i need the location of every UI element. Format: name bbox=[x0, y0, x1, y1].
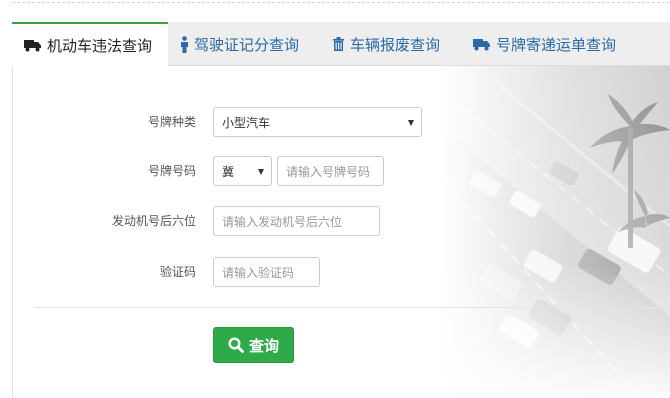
truck-icon bbox=[24, 40, 41, 52]
query-button[interactable]: 查询 bbox=[213, 327, 294, 363]
engine-number-input[interactable]: 请输入发动机号后六位 bbox=[213, 206, 380, 236]
top-divider bbox=[12, 2, 670, 3]
engine-number-placeholder: 请输入发动机号后六位 bbox=[222, 214, 343, 229]
engine-number-label: 发动机号后六位 bbox=[111, 214, 196, 228]
tab-bar: 机动车违法查询 驾驶证记分查询 车辆报废查询 号牌寄递运单查询 bbox=[12, 22, 670, 67]
background-road-image bbox=[440, 66, 670, 398]
plate-number-placeholder: 请输入号牌号码 bbox=[286, 164, 371, 179]
plate-number-input[interactable]: 请输入号牌号码 bbox=[277, 156, 384, 186]
query-button-label: 查询 bbox=[248, 336, 279, 355]
plate-type-label: 号牌种类 bbox=[147, 115, 196, 129]
tab-label: 机动车违法查询 bbox=[47, 37, 153, 55]
chevron-down-icon bbox=[258, 169, 264, 175]
plate-type-select[interactable]: 小型汽车 bbox=[213, 107, 422, 137]
search-icon bbox=[228, 337, 244, 353]
tab-vehicle-violation[interactable]: 机动车违法查询 bbox=[12, 22, 168, 67]
truck-icon bbox=[473, 38, 490, 50]
plate-number-label: 号牌号码 bbox=[147, 164, 196, 178]
captcha-label: 验证码 bbox=[159, 265, 196, 279]
person-icon bbox=[181, 35, 188, 53]
tab-plate-delivery[interactable]: 号牌寄递运单查询 bbox=[473, 22, 616, 66]
plate-type-value: 小型汽车 bbox=[222, 115, 271, 130]
tab-vehicle-scrap[interactable]: 车辆报废查询 bbox=[332, 22, 440, 66]
tab-license-points[interactable]: 驾驶证记分查询 bbox=[180, 22, 299, 66]
captcha-input[interactable]: 请输入验证码 bbox=[213, 257, 320, 287]
form-divider bbox=[34, 307, 670, 308]
captcha-placeholder: 请输入验证码 bbox=[222, 265, 295, 280]
province-value: 冀 bbox=[222, 164, 235, 179]
chevron-down-icon bbox=[408, 120, 414, 126]
tab-label: 驾驶证记分查询 bbox=[194, 35, 300, 54]
province-select[interactable]: 冀 bbox=[213, 156, 272, 186]
trash-icon bbox=[333, 37, 344, 51]
tab-label: 车辆报废查询 bbox=[350, 35, 441, 54]
tab-label: 号牌寄递运单查询 bbox=[496, 35, 617, 54]
